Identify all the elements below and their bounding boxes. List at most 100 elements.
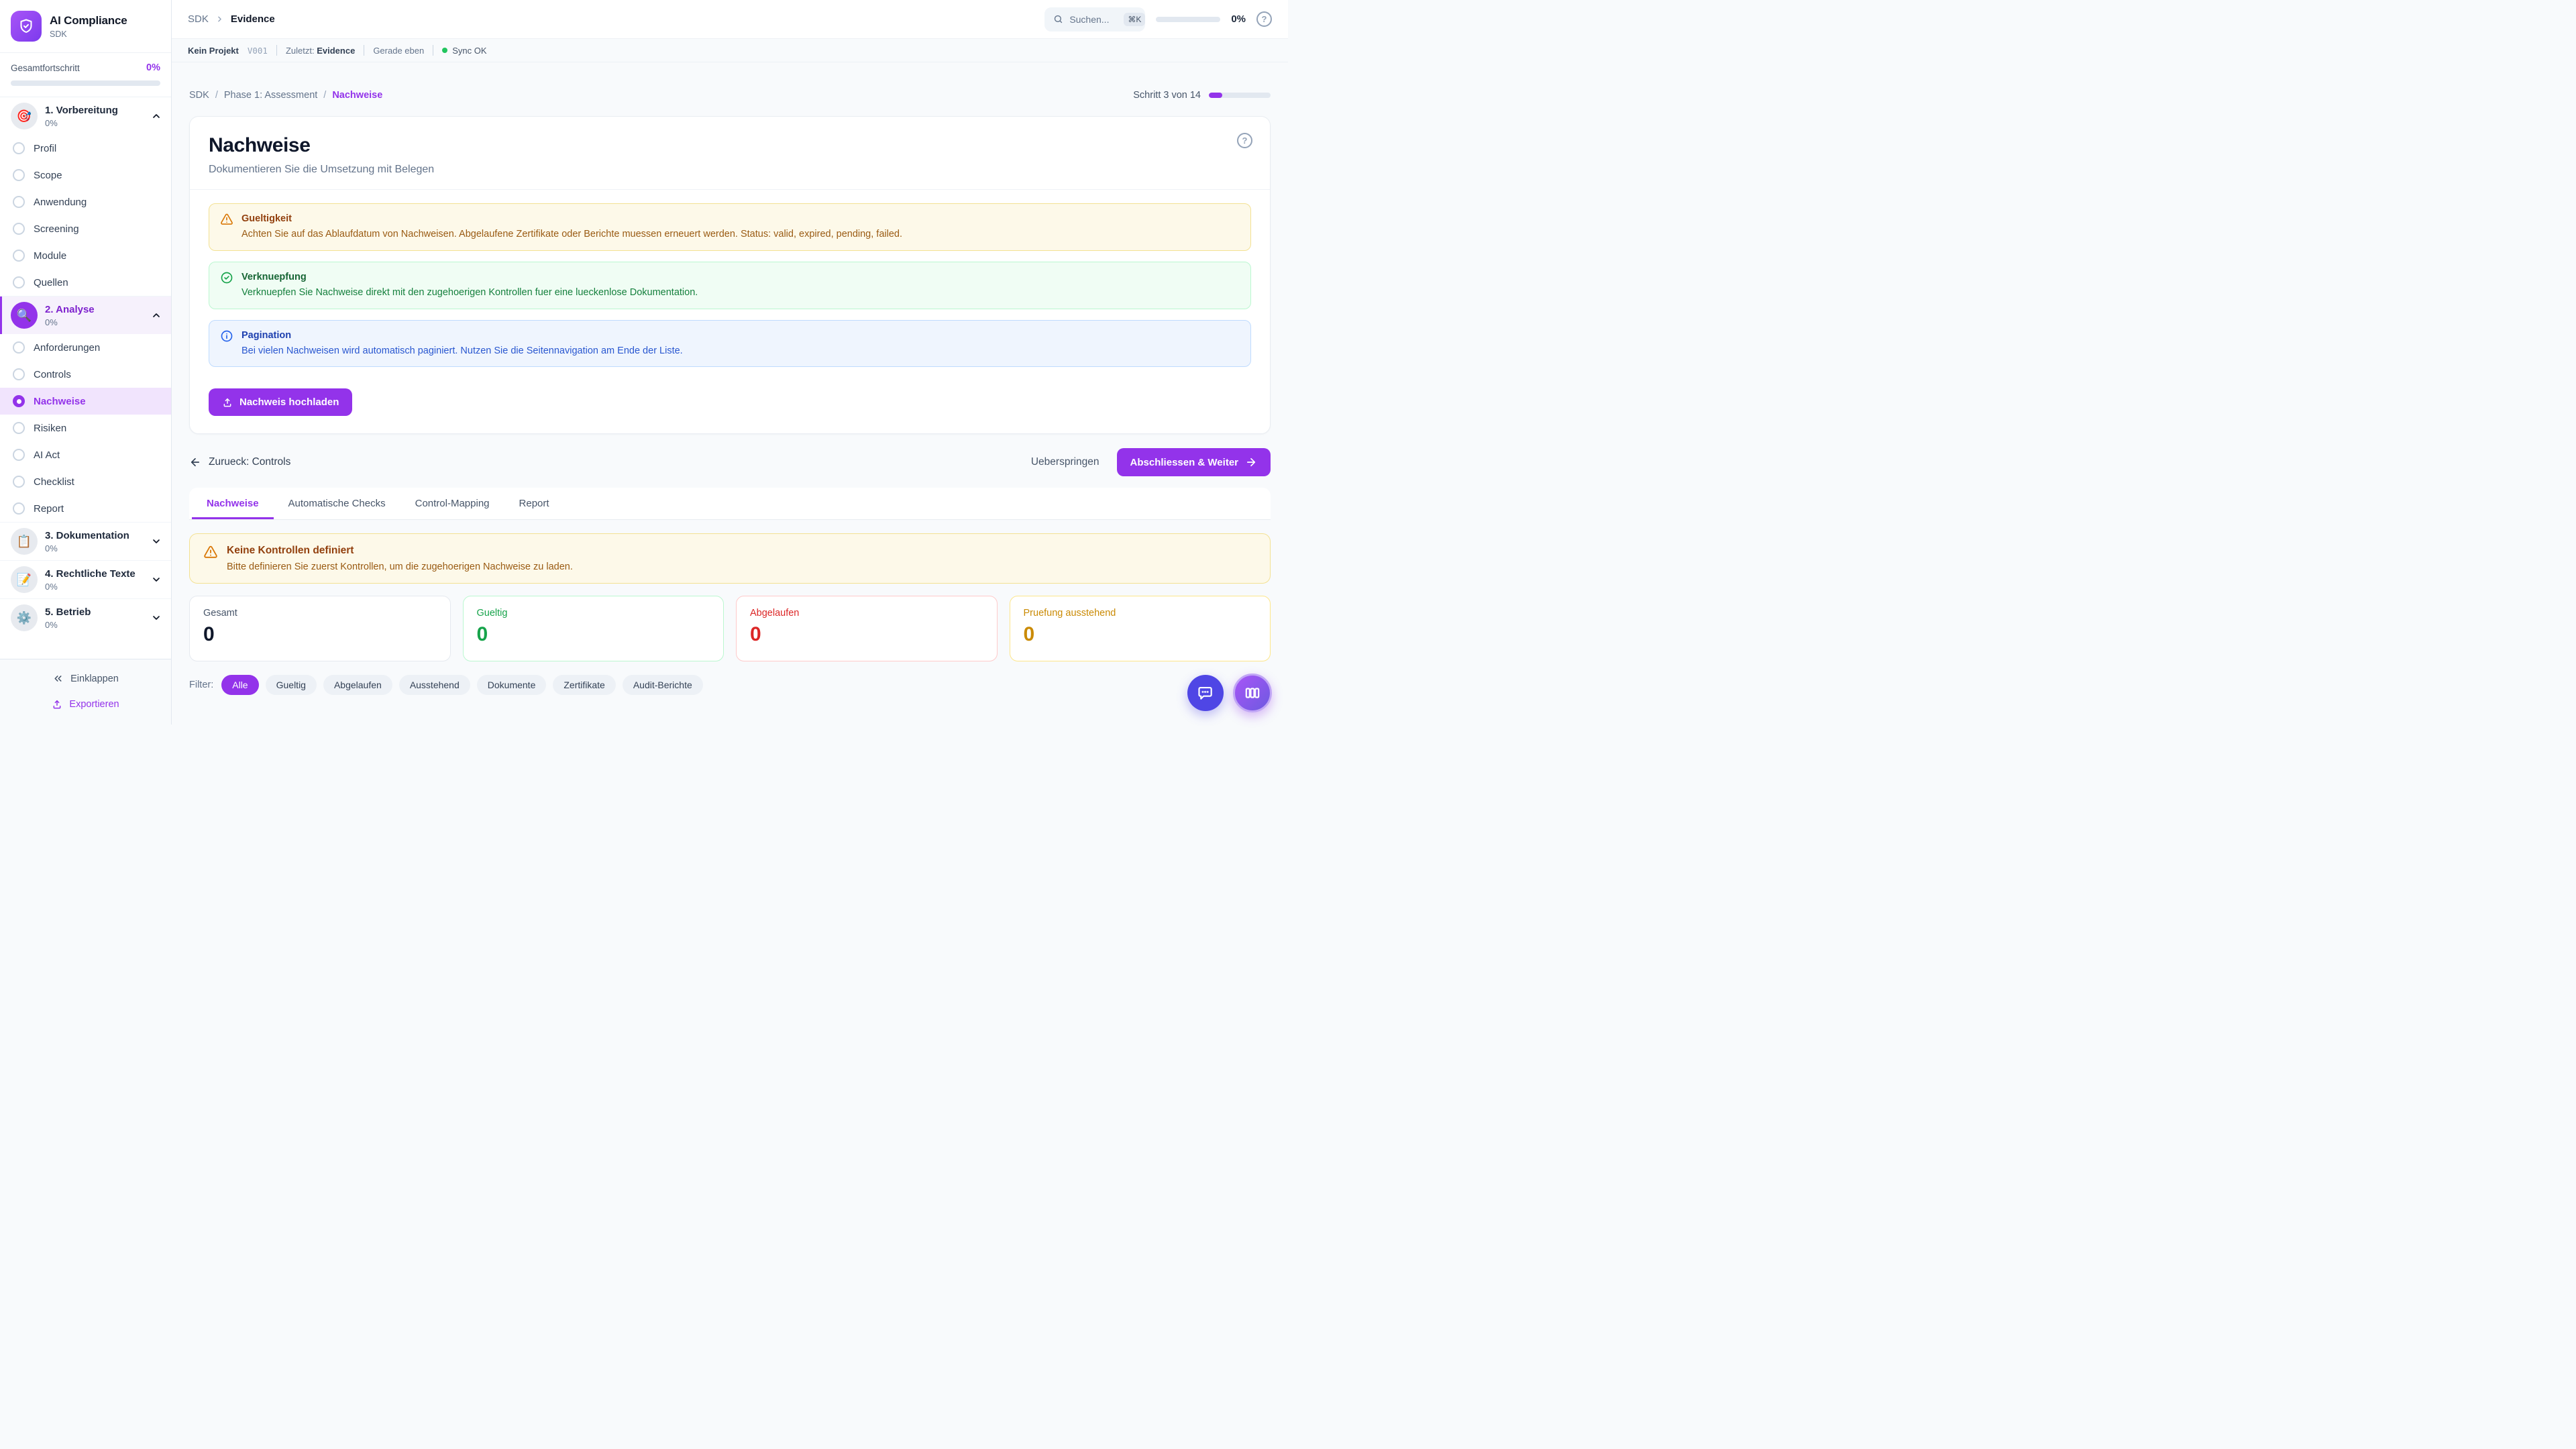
upload-evidence-button[interactable]: Nachweis hochladen xyxy=(209,388,352,416)
chat-fab-button[interactable] xyxy=(1187,675,1224,711)
section-label: 1. Vorbereitung xyxy=(45,105,118,117)
radio-icon xyxy=(13,368,25,380)
stats-row: Gesamt 0 Gueltig 0 Abgelaufen 0 Pruefung… xyxy=(189,596,1271,661)
overall-progress-bar xyxy=(11,80,160,86)
filter-pill-audit-berichte[interactable]: Audit-Berichte xyxy=(623,675,703,695)
collapse-sidebar-button[interactable]: Einklappen xyxy=(0,667,171,690)
section-label: 3. Dokumentation xyxy=(45,530,129,542)
search-input[interactable] xyxy=(1069,14,1118,25)
wizard-nav-row: Zurueck: Controls Ueberspringen Abschlie… xyxy=(189,447,1271,477)
nachweise-card: Nachweise Dokumentieren Sie die Umsetzun… xyxy=(189,116,1271,434)
shield-check-icon xyxy=(18,18,34,34)
back-to-controls-link[interactable]: Zurueck: Controls xyxy=(189,456,290,468)
header-progress-value: 0% xyxy=(1231,13,1246,25)
filter-pill-abgelaufen[interactable]: Abgelaufen xyxy=(323,675,392,695)
sidebar-footer: Einklappen Exportieren xyxy=(0,659,171,724)
chevron-down-icon[interactable] xyxy=(151,574,162,585)
search-icon xyxy=(1053,14,1063,24)
stat-gueltig: Gueltig 0 xyxy=(463,596,724,661)
sidebar-item-report[interactable]: Report xyxy=(0,495,171,522)
last-saved-time: Gerade eben xyxy=(373,46,424,56)
filter-pill-alle[interactable]: Alle xyxy=(221,675,258,695)
sidebar-item-profil[interactable]: Profil xyxy=(0,135,171,162)
tab-nachweise[interactable]: Nachweise xyxy=(192,488,274,519)
skip-button[interactable]: Ueberspringen xyxy=(1031,456,1099,468)
section-header-analyse[interactable]: 🔍 2. Analyse 0% xyxy=(0,297,171,334)
radio-icon xyxy=(13,142,25,154)
tab-report[interactable]: Report xyxy=(504,488,564,519)
filter-pill-ausstehend[interactable]: Ausstehend xyxy=(399,675,470,695)
sidebar-item-quellen[interactable]: Quellen xyxy=(0,269,171,296)
section-percent: 0% xyxy=(45,620,91,630)
filter-row: Filter: Alle Gueltig Abgelaufen Ausstehe… xyxy=(189,675,1271,695)
stat-abgelaufen: Abgelaufen 0 xyxy=(736,596,998,661)
breadcrumb-root[interactable]: SDK xyxy=(188,13,209,25)
project-name: Kein Projekt xyxy=(188,46,239,56)
section-header-dokumentation[interactable]: 📋 3. Dokumentation 0% xyxy=(0,523,171,560)
sidebar-item-screening[interactable]: Screening xyxy=(0,215,171,242)
breadcrumb-phase[interactable]: Phase 1: Assessment xyxy=(224,90,317,101)
overall-progress-value: 0% xyxy=(146,62,160,73)
step-progress-bar xyxy=(1209,93,1271,98)
export-button[interactable]: Exportieren xyxy=(0,694,171,715)
filter-pill-gueltig[interactable]: Gueltig xyxy=(266,675,317,695)
global-search[interactable]: ⌘K xyxy=(1044,7,1145,32)
clipboard-emoji-icon: 📋 xyxy=(11,528,38,555)
breadcrumb-sdk[interactable]: SDK xyxy=(189,90,209,101)
alert-verknuepfung: Verknuepfung Verknuepfen Sie Nachweise d… xyxy=(209,262,1251,309)
overall-progress-label: Gesamtfortschritt xyxy=(11,63,80,73)
sidebar-item-checklist[interactable]: Checklist xyxy=(0,468,171,495)
section-label: 5. Betrieb xyxy=(45,606,91,619)
sync-ok-dot-icon xyxy=(442,48,447,53)
sidebar-nav: 🎯 1. Vorbereitung 0% Profil Scope Anwend… xyxy=(0,97,171,659)
radio-selected-icon xyxy=(13,395,25,407)
tab-control-mapping[interactable]: Control-Mapping xyxy=(400,488,504,519)
sidebar-item-risiken[interactable]: Risiken xyxy=(0,415,171,441)
page-content: SDK / Phase 1: Assessment / Nachweise Sc… xyxy=(172,62,1288,724)
alert-title: Gueltigkeit xyxy=(241,212,902,226)
sidebar-item-controls[interactable]: Controls xyxy=(0,361,171,388)
sidebar-item-ai-act[interactable]: AI Act xyxy=(0,441,171,468)
top-header: SDK Evidence ⌘K 0% ? xyxy=(172,0,1288,39)
panel-toggle-fab-button[interactable] xyxy=(1233,674,1272,712)
tab-automatische-checks[interactable]: Automatische Checks xyxy=(274,488,400,519)
chat-bubble-icon xyxy=(1197,684,1214,702)
chevron-down-icon[interactable] xyxy=(151,536,162,547)
header-progress-bar xyxy=(1156,17,1220,22)
stat-label: Gueltig xyxy=(477,608,710,619)
radio-icon xyxy=(13,502,25,515)
section-header-vorbereitung[interactable]: 🎯 1. Vorbereitung 0% xyxy=(0,97,171,135)
sidebar-item-anwendung[interactable]: Anwendung xyxy=(0,189,171,215)
filter-pill-zertifikate[interactable]: Zertifikate xyxy=(553,675,615,695)
sidebar-item-nachweise[interactable]: Nachweise xyxy=(0,388,171,415)
card-help-icon[interactable]: ? xyxy=(1237,133,1252,148)
section-header-betrieb[interactable]: ⚙️ 5. Betrieb 0% xyxy=(0,599,171,637)
last-value: Evidence xyxy=(317,46,355,56)
sidebar-section-rechtliche-texte: 📝 4. Rechtliche Texte 0% xyxy=(0,560,171,598)
gear-emoji-icon: ⚙️ xyxy=(11,604,38,631)
section-header-rechtliche-texte[interactable]: 📝 4. Rechtliche Texte 0% xyxy=(0,561,171,598)
stat-value: 0 xyxy=(477,623,710,646)
stat-label: Gesamt xyxy=(203,608,437,619)
chevron-up-icon[interactable] xyxy=(151,310,162,321)
alert-gueltigkeit: Gueltigkeit Achten Sie auf das Ablaufdat… xyxy=(209,203,1251,251)
alert-title: Verknuepfung xyxy=(241,270,698,284)
step-progress: Schritt 3 von 14 xyxy=(1133,90,1271,101)
chevron-down-icon[interactable] xyxy=(151,612,162,623)
warning-triangle-icon xyxy=(220,213,233,242)
section-percent: 0% xyxy=(45,317,95,327)
filter-pill-dokumente[interactable]: Dokumente xyxy=(477,675,547,695)
warning-title: Keine Kontrollen definiert xyxy=(227,545,573,557)
section-percent: 0% xyxy=(45,543,129,553)
header-breadcrumb: SDK Evidence xyxy=(188,13,275,25)
sidebar: AI Compliance SDK Gesamtfortschritt 0% 🎯… xyxy=(0,0,172,724)
help-icon[interactable]: ? xyxy=(1256,11,1272,27)
sidebar-section-betrieb: ⚙️ 5. Betrieb 0% xyxy=(0,598,171,637)
sidebar-section-vorbereitung: 🎯 1. Vorbereitung 0% Profil Scope Anwend… xyxy=(0,97,171,296)
complete-and-next-button[interactable]: Abschliessen & Weiter xyxy=(1117,448,1271,476)
sidebar-item-module[interactable]: Module xyxy=(0,242,171,269)
breadcrumb-nachweise: Nachweise xyxy=(332,90,382,101)
chevron-up-icon[interactable] xyxy=(151,111,162,121)
sidebar-item-scope[interactable]: Scope xyxy=(0,162,171,189)
sidebar-item-anforderungen[interactable]: Anforderungen xyxy=(0,334,171,361)
